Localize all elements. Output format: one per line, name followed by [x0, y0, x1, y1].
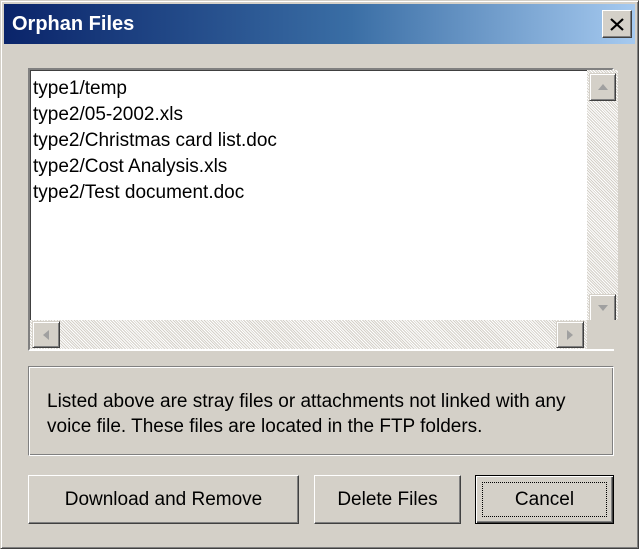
scroll-left-button[interactable]: [32, 321, 60, 348]
orphan-files-dialog: Orphan Files type1/temp type2/05-2002.xl…: [0, 0, 639, 549]
list-item[interactable]: type2/Christmas card list.doc: [33, 128, 277, 154]
delete-files-label: Delete Files: [337, 488, 438, 510]
arrow-right-icon: [567, 329, 573, 340]
vertical-scrollbar[interactable]: [587, 70, 618, 325]
download-and-remove-label: Download and Remove: [64, 488, 263, 510]
info-text: Listed above are stray files or attachme…: [47, 391, 566, 437]
list-item[interactable]: type2/Cost Analysis.xls: [33, 154, 277, 180]
close-icon: [610, 17, 624, 31]
title-bar[interactable]: Orphan Files: [4, 4, 635, 44]
cancel-button[interactable]: Cancel: [475, 475, 614, 524]
list-item[interactable]: type2/05-2002.xls: [33, 102, 277, 128]
horizontal-scrollbar[interactable]: [30, 320, 587, 349]
arrow-up-icon: [597, 84, 608, 90]
download-and-remove-button[interactable]: Download and Remove: [28, 475, 299, 524]
delete-files-button[interactable]: Delete Files: [314, 475, 461, 524]
scroll-down-button[interactable]: [589, 294, 616, 322]
window-title: Orphan Files: [12, 13, 135, 35]
scroll-right-button[interactable]: [556, 321, 584, 348]
list-item[interactable]: type1/temp: [33, 76, 277, 102]
file-items: type1/temp type2/05-2002.xls type2/Chris…: [33, 76, 277, 206]
scroll-up-button[interactable]: [589, 73, 616, 101]
close-button[interactable]: [602, 10, 632, 38]
orphan-file-list[interactable]: type1/temp type2/05-2002.xls type2/Chris…: [28, 68, 618, 351]
focus-ring: [482, 482, 607, 517]
scrollbar-corner: [587, 320, 618, 349]
arrow-down-icon: [597, 305, 608, 311]
info-panel: Listed above are stray files or attachme…: [28, 366, 614, 456]
arrow-left-icon: [43, 329, 49, 340]
list-item[interactable]: type2/Test document.doc: [33, 180, 277, 206]
